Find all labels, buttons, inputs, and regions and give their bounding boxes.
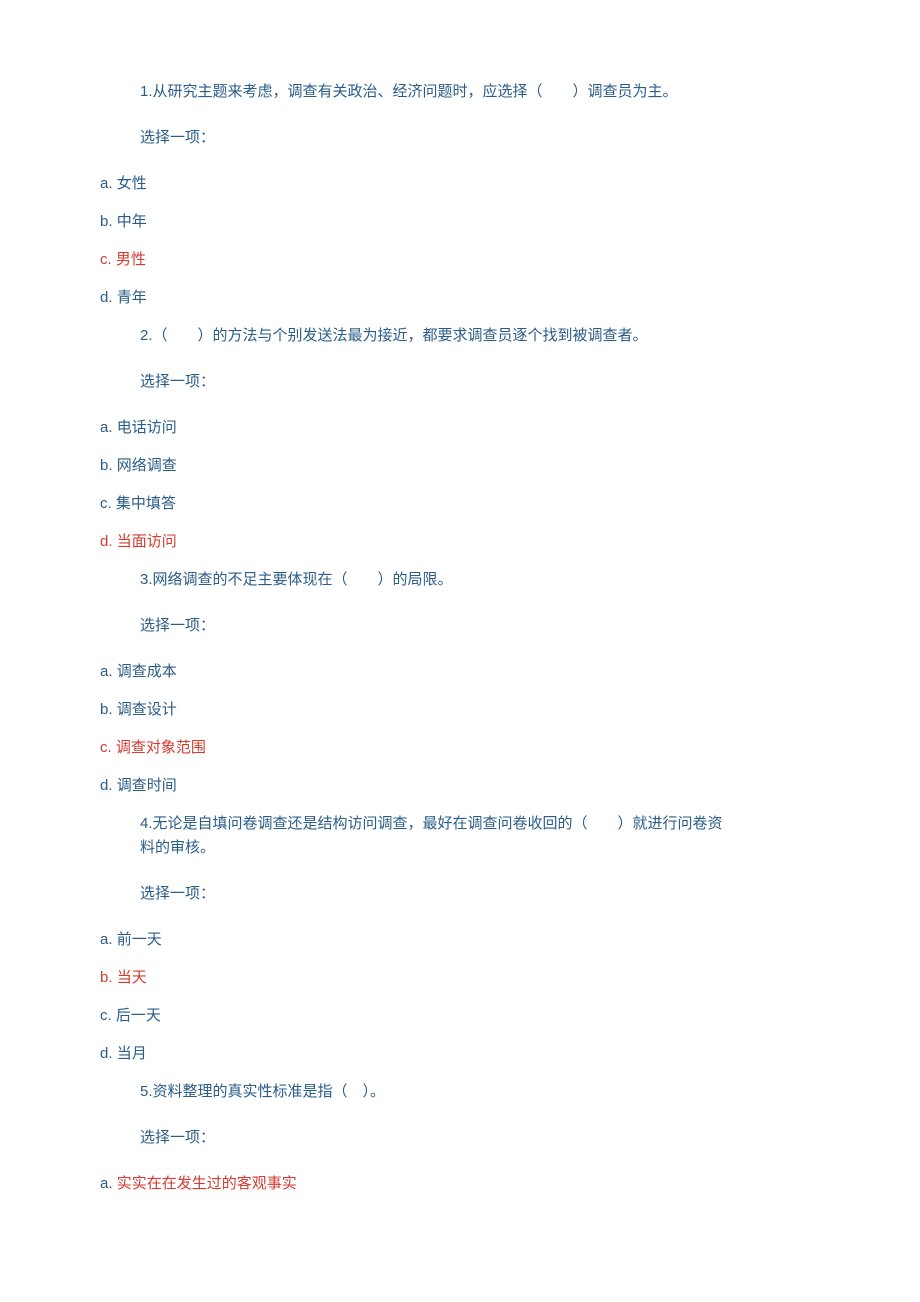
option-prefix: b.	[100, 213, 117, 230]
option-prefix: a.	[100, 1175, 117, 1192]
answer-option: c. 后一天	[100, 1004, 820, 1028]
option-prefix: a.	[100, 175, 117, 192]
answer-option: a. 前一天	[100, 928, 820, 952]
option-prefix: c.	[100, 251, 116, 268]
option-label: 电话访问	[117, 419, 177, 436]
option-label: 当天	[117, 969, 147, 986]
option-prefix: d.	[100, 777, 117, 794]
option-prefix: c.	[100, 739, 116, 756]
answer-option: b. 中年	[100, 210, 820, 234]
answer-option: d. 当月	[100, 1042, 820, 1066]
question-block-5: 5.资料整理的真实性标准是指（ ）。 选择一项： a. 实实在在发生过的客观事实	[100, 1080, 820, 1196]
answer-option-correct: c. 调查对象范围	[100, 736, 820, 760]
answer-option: b. 调查设计	[100, 698, 820, 722]
option-prefix: c.	[100, 1007, 116, 1024]
option-label: 女性	[117, 175, 147, 192]
option-label: 调查时间	[117, 777, 177, 794]
option-prefix: d.	[100, 1045, 117, 1062]
option-label: 调查设计	[117, 701, 177, 718]
document-page: 1.从研究主题来考虑，调查有关政治、经济问题时，应选择（ ）调查员为主。 选择一…	[0, 0, 920, 1250]
option-label: 实实在在发生过的客观事实	[117, 1175, 297, 1192]
answer-option-correct: a. 实实在在发生过的客观事实	[100, 1172, 820, 1196]
answer-option: a. 电话访问	[100, 416, 820, 440]
answer-option: a. 女性	[100, 172, 820, 196]
choose-label: 选择一项：	[140, 1126, 820, 1150]
option-prefix: a.	[100, 663, 117, 680]
question-block-3: 3.网络调查的不足主要体现在（ ）的局限。 选择一项： a. 调查成本 b. 调…	[100, 568, 820, 798]
choose-label: 选择一项：	[140, 126, 820, 150]
question-text: 2.（ ）的方法与个别发送法最为接近，都要求调查员逐个找到被调查者。	[140, 324, 820, 348]
option-label: 男性	[116, 251, 146, 268]
option-label: 集中填答	[116, 495, 176, 512]
question-text: 5.资料整理的真实性标准是指（ ）。	[140, 1080, 820, 1104]
question-block-1: 1.从研究主题来考虑，调查有关政治、经济问题时，应选择（ ）调查员为主。 选择一…	[100, 80, 820, 310]
option-prefix: c.	[100, 495, 116, 512]
answer-option: d. 青年	[100, 286, 820, 310]
option-prefix: d.	[100, 289, 117, 306]
option-label: 后一天	[116, 1007, 161, 1024]
option-label: 网络调查	[117, 457, 177, 474]
option-prefix: b.	[100, 457, 117, 474]
choose-label: 选择一项：	[140, 882, 820, 906]
question-text: 4.无论是自填问卷调查还是结构访问调查，最好在调查问卷收回的（ ）就进行问卷资 …	[140, 812, 820, 860]
answer-option: b. 网络调查	[100, 454, 820, 478]
answer-option-correct: d. 当面访问	[100, 530, 820, 554]
answer-option: c. 集中填答	[100, 492, 820, 516]
answer-option-correct: b. 当天	[100, 966, 820, 990]
option-prefix: a.	[100, 931, 117, 948]
question-block-2: 2.（ ）的方法与个别发送法最为接近，都要求调查员逐个找到被调查者。 选择一项：…	[100, 324, 820, 554]
answer-option: a. 调查成本	[100, 660, 820, 684]
option-label: 当月	[117, 1045, 147, 1062]
option-prefix: b.	[100, 969, 117, 986]
option-label: 调查对象范围	[116, 739, 206, 756]
option-label: 调查成本	[117, 663, 177, 680]
question-text: 1.从研究主题来考虑，调查有关政治、经济问题时，应选择（ ）调查员为主。	[140, 80, 820, 104]
question-text: 3.网络调查的不足主要体现在（ ）的局限。	[140, 568, 820, 592]
question-text-line2: 料的审核。	[140, 836, 820, 860]
answer-option-correct: c. 男性	[100, 248, 820, 272]
option-label: 青年	[117, 289, 147, 306]
option-prefix: a.	[100, 419, 117, 436]
option-label: 中年	[117, 213, 147, 230]
question-text-line1: 4.无论是自填问卷调查还是结构访问调查，最好在调查问卷收回的（ ）就进行问卷资	[140, 812, 820, 836]
choose-label: 选择一项：	[140, 614, 820, 638]
answer-option: d. 调查时间	[100, 774, 820, 798]
option-prefix: d.	[100, 533, 117, 550]
choose-label: 选择一项：	[140, 370, 820, 394]
option-label: 当面访问	[117, 533, 177, 550]
option-prefix: b.	[100, 701, 117, 718]
question-block-4: 4.无论是自填问卷调查还是结构访问调查，最好在调查问卷收回的（ ）就进行问卷资 …	[100, 812, 820, 1066]
option-label: 前一天	[117, 931, 162, 948]
